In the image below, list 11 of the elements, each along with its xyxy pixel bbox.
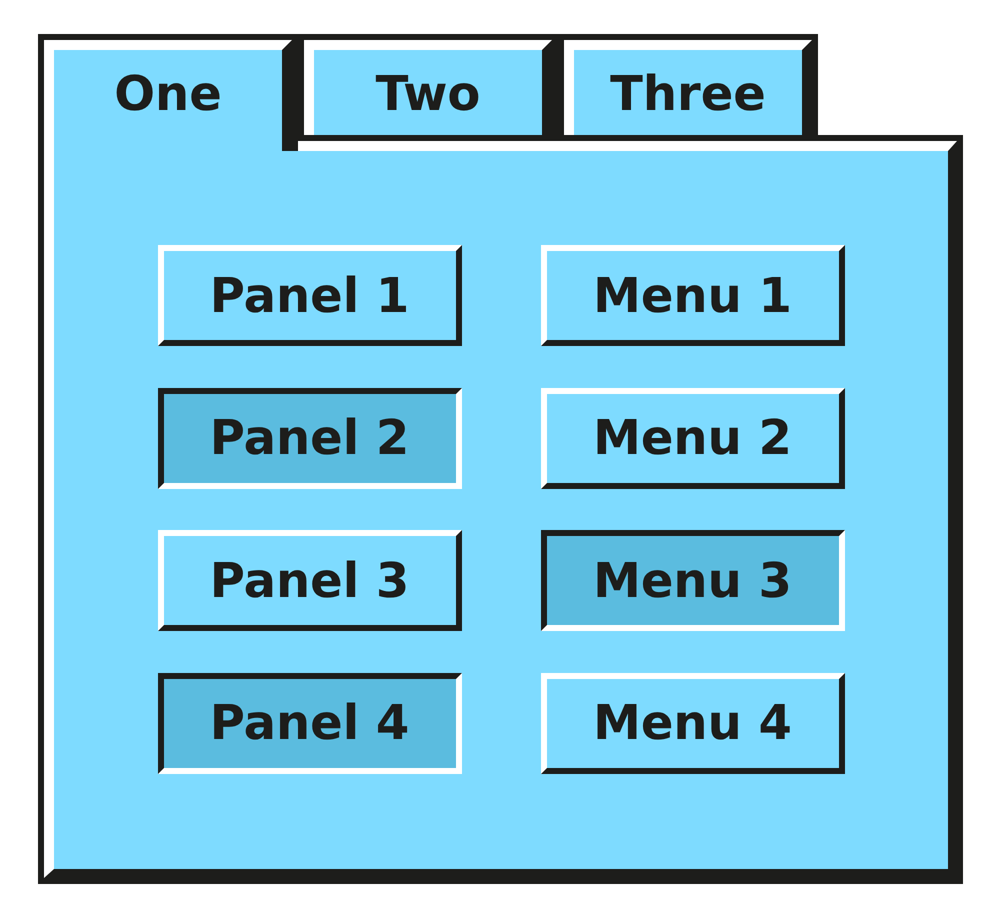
- panel-button[interactable]: Panel 3: [158, 530, 462, 631]
- panel-button[interactable]: Panel 2: [158, 388, 462, 488]
- tab[interactable]: One: [38, 34, 298, 151]
- panel-button[interactable]: Panel 1: [158, 245, 462, 346]
- tab[interactable]: Three: [558, 34, 818, 135]
- menu-button[interactable]: Menu 2: [540, 388, 844, 488]
- tab[interactable]: Two: [298, 34, 558, 135]
- menu-button[interactable]: Menu 3: [540, 530, 844, 631]
- menu-button[interactable]: Menu 1: [540, 245, 844, 346]
- menu-button[interactable]: Menu 4: [540, 672, 844, 774]
- panel-button[interactable]: Panel 4: [158, 672, 462, 774]
